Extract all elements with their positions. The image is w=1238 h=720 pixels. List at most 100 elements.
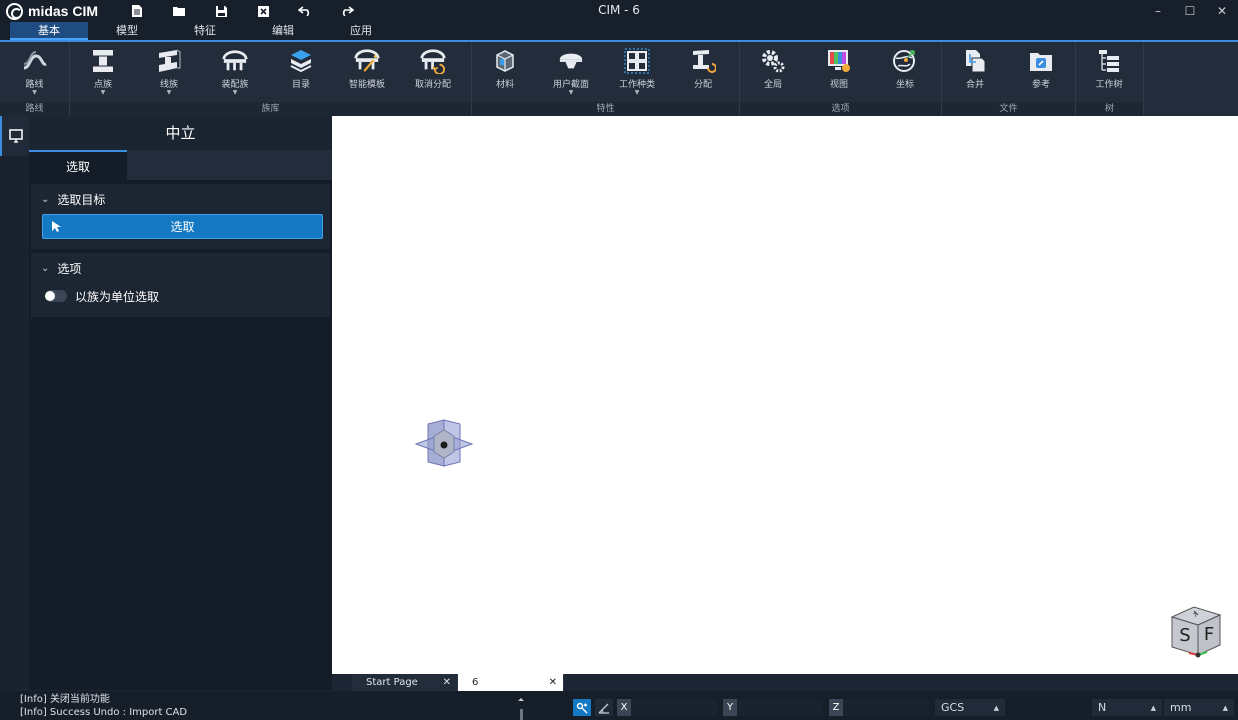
redo-button[interactable] xyxy=(326,0,368,22)
route-button[interactable]: 路线 ▼ xyxy=(0,48,69,96)
close-file-button[interactable] xyxy=(242,0,284,22)
ribbon-group-label: 选项 xyxy=(740,102,941,116)
merge-label: 合并 xyxy=(965,80,984,90)
chevron-down-icon: ⌄ xyxy=(41,262,50,274)
x-label: X xyxy=(617,699,631,716)
catalog-label: 目录 xyxy=(291,80,310,90)
save-button[interactable] xyxy=(200,0,242,22)
title-bar: midas CIM CIM - 6 – ☐ ✕ xyxy=(0,0,1238,22)
snap-angle-button[interactable] xyxy=(595,699,613,716)
tab-document-6[interactable]: 6 ✕ xyxy=(458,674,564,691)
caret-up-icon: ▲ xyxy=(993,703,999,712)
menu-tab-basic[interactable]: 基本 xyxy=(10,22,88,40)
force-unit-value: N xyxy=(1098,701,1107,714)
ribbon-group-tree: 工作树 树 xyxy=(1076,42,1144,116)
reference-label: 参考 xyxy=(1031,80,1050,90)
reference-button[interactable]: 参考 xyxy=(1008,48,1074,96)
caret-up-icon: ▲ xyxy=(1150,703,1156,712)
length-unit-select[interactable]: mm ▲ xyxy=(1164,699,1234,716)
select-button-label: 选取 xyxy=(170,220,195,234)
merge-button[interactable]: 合并 xyxy=(942,48,1008,96)
select-button[interactable]: 选取 xyxy=(42,214,323,239)
select-by-family-toggle[interactable] xyxy=(45,290,67,302)
log-line: [Info] Success Undo : Import CAD xyxy=(20,707,188,718)
options-header[interactable]: ⌄ 选项 xyxy=(31,253,330,283)
user-section-icon xyxy=(559,53,583,69)
menu-tab-model[interactable]: 模型 xyxy=(88,22,166,40)
line-family-button[interactable]: 线族 ▼ xyxy=(136,48,202,96)
message-log: [Info] 关闭当前功能 [Info] Success Undo : Impo… xyxy=(20,693,187,719)
work-tree-label: 工作树 xyxy=(1095,80,1123,90)
work-type-button[interactable]: 工作种类 ▼ xyxy=(604,48,670,96)
smart-template-button[interactable]: 智能模板 xyxy=(334,48,400,96)
close-button[interactable]: ✕ xyxy=(1206,0,1238,22)
assembly-family-button[interactable]: 装配族 ▼ xyxy=(202,48,268,96)
app-logo: midas CIM xyxy=(6,2,99,20)
view-cube[interactable]: S F T xyxy=(1168,603,1224,661)
catalog-button[interactable]: 目录 xyxy=(268,48,334,96)
open-button[interactable] xyxy=(158,0,200,22)
options-section: ⌄ 选项 以族为单位选取 xyxy=(31,253,330,317)
maximize-button[interactable]: ☐ xyxy=(1174,0,1206,22)
select-screen-icon xyxy=(8,129,23,143)
work-tree-button[interactable]: 工作树 xyxy=(1076,48,1142,96)
model-viewport[interactable]: S F T xyxy=(332,116,1238,674)
minimize-button[interactable]: – xyxy=(1142,0,1174,22)
user-section-button[interactable]: 用户截面 ▼ xyxy=(538,48,604,96)
open-folder-icon xyxy=(173,7,186,16)
y-input[interactable] xyxy=(737,699,823,716)
caret-down-icon: ▼ xyxy=(634,89,640,96)
coordinate-button[interactable]: 坐标 xyxy=(872,48,938,96)
tab-start-page[interactable]: Start Page ✕ xyxy=(352,674,458,691)
menu-tab-edit[interactable]: 编辑 xyxy=(244,22,322,40)
ribbon-group-label: 文件 xyxy=(942,102,1075,116)
snap-point-button[interactable] xyxy=(573,699,591,716)
unassign-button[interactable]: 取消分配 xyxy=(400,48,466,96)
select-target-header[interactable]: ⌄ 选取目标 xyxy=(31,184,330,214)
tree-list-icon xyxy=(1099,50,1119,72)
coordinate-system-value: GCS xyxy=(941,701,965,714)
smart-template-label: 智能模板 xyxy=(348,80,385,90)
close-tab-icon[interactable]: ✕ xyxy=(443,677,451,688)
new-file-button[interactable] xyxy=(116,0,158,22)
new-file-icon xyxy=(132,5,143,17)
ribbon-group-label: 树 xyxy=(1076,102,1143,116)
tab-select[interactable]: 选取 xyxy=(29,150,127,180)
unassign-label: 取消分配 xyxy=(414,80,451,90)
log-scrollbar[interactable] xyxy=(516,691,526,720)
undo-button[interactable] xyxy=(284,0,326,22)
close-tab-icon[interactable]: ✕ xyxy=(549,677,557,688)
reference-link-icon xyxy=(1030,53,1052,71)
app-logo-text: midas CIM xyxy=(28,3,99,19)
z-input[interactable] xyxy=(843,699,929,716)
z-coordinate: Z xyxy=(829,699,929,716)
view-button[interactable]: 视图 xyxy=(806,48,872,96)
x-input[interactable] xyxy=(631,699,717,716)
select-by-family-row: 以族为单位选取 xyxy=(31,283,330,309)
point-family-button[interactable]: 点族 ▼ xyxy=(70,48,136,96)
global-button[interactable]: 全局 xyxy=(740,48,806,96)
catalog-icon xyxy=(290,50,312,73)
line-family-icon xyxy=(159,49,181,72)
ribbon-group-properties: 材料 用户截面 ▼ 工作种类 ▼ 分配 特性 xyxy=(472,42,740,116)
caret-down-icon: ▼ xyxy=(232,89,238,96)
select-mode-button[interactable] xyxy=(0,116,29,156)
caret-down-icon: ▼ xyxy=(32,89,37,96)
menu-tabs: 基本 模型 特征 编辑 应用 xyxy=(0,22,1238,42)
force-unit-select[interactable]: N ▲ xyxy=(1092,699,1162,716)
unassign-icon xyxy=(420,49,446,74)
material-button[interactable]: 材料 xyxy=(472,48,538,96)
snap-point-icon xyxy=(576,702,588,713)
view-cube-right-face: F xyxy=(1204,624,1214,645)
ribbon-group-family: 点族 ▼ 线族 ▼ 装配族 ▼ 目录 智能模板 取消分配 族库 xyxy=(70,42,472,116)
menu-tab-feature[interactable]: 特征 xyxy=(166,22,244,40)
work-type-grid-icon xyxy=(624,48,650,74)
undo-icon xyxy=(298,6,310,16)
assign-button[interactable]: 分配 xyxy=(670,48,736,96)
menu-tab-apply[interactable]: 应用 xyxy=(322,22,400,40)
midas-logo-icon xyxy=(6,2,23,20)
z-label: Z xyxy=(829,699,843,716)
smart-template-icon xyxy=(354,49,380,72)
redo-icon xyxy=(342,6,355,16)
coordinate-system-select[interactable]: GCS ▲ xyxy=(935,699,1005,716)
